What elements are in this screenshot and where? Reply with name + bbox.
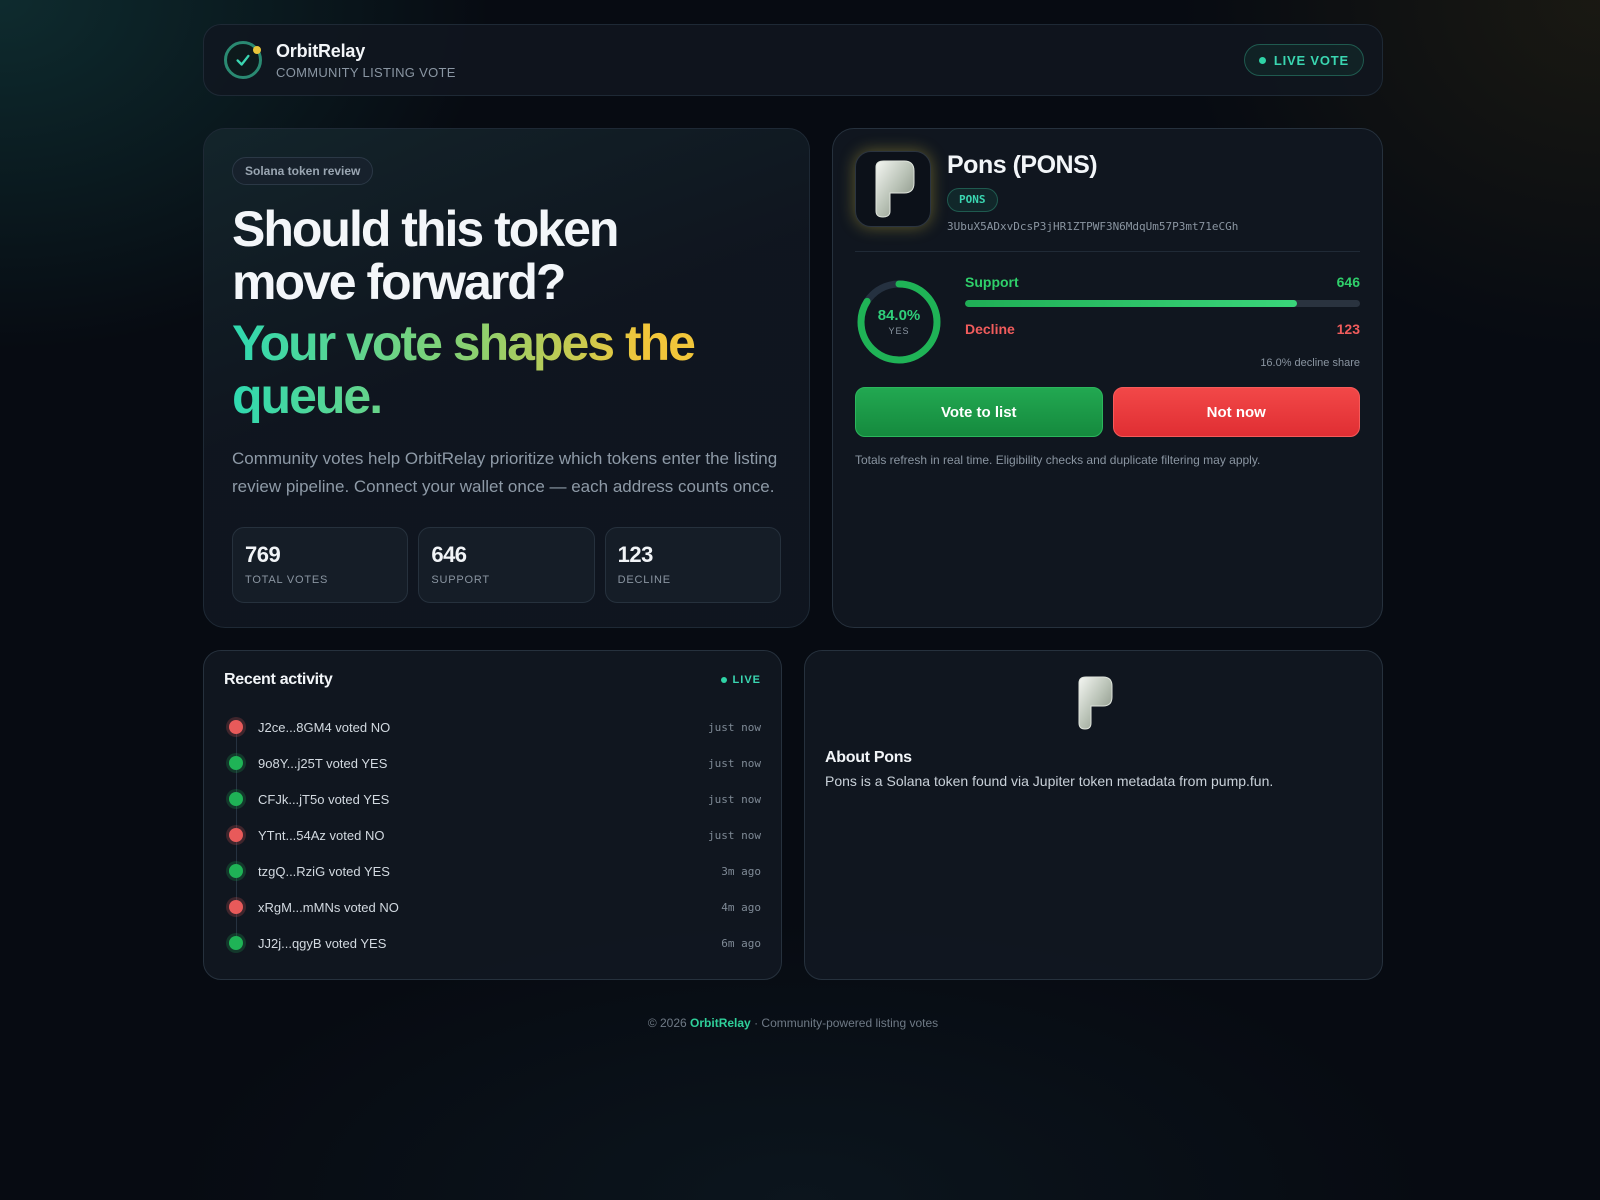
- activity-live-badge: LIVE: [720, 674, 761, 686]
- stat-label: DECLINE: [617, 574, 671, 586]
- list-item: J2ce...8GM4 voted NO just now: [224, 709, 761, 745]
- not-now-button[interactable]: Not now: [1112, 387, 1360, 437]
- live-dot-icon: [720, 677, 727, 683]
- stat-value: 646: [431, 542, 467, 567]
- live-vote-badge: LIVE VOTE: [1243, 44, 1364, 76]
- stat-support: 646 SUPPORT: [418, 527, 595, 603]
- activity-text: tzgQ...RziG voted YES: [258, 863, 390, 879]
- about-title: About Pons: [825, 749, 912, 766]
- yes-ring-gauge: 84.0% YES: [855, 278, 943, 366]
- activity-header: Recent activity LIVE: [224, 671, 761, 689]
- activity-time: just now: [708, 792, 761, 806]
- activity-title: Recent activity: [224, 671, 333, 688]
- hero-highlight: Your vote shapes the queue.: [232, 317, 781, 423]
- page: OrbitRelay COMMUNITY LISTING VOTE LIVE V…: [203, 24, 1383, 1030]
- headline-line-2: move forward?: [232, 254, 566, 310]
- live-vote-label: LIVE VOTE: [1273, 52, 1349, 68]
- refresh-note: Totals refresh in real time. Eligibility…: [855, 453, 1261, 467]
- activity-time: just now: [708, 756, 761, 770]
- activity-time: 6m ago: [721, 936, 761, 950]
- vote-yes-marker-icon: [229, 864, 243, 878]
- vote-no-marker-icon: [229, 828, 243, 842]
- stat-label: TOTAL VOTES: [245, 574, 329, 586]
- hero-card: Solana token review Should this token mo…: [203, 128, 810, 628]
- support-label: Support: [965, 274, 1019, 290]
- vote-to-list-button[interactable]: Vote to list: [855, 387, 1103, 437]
- vote-tally: 84.0% YES Support 646 Decline 123 16.0% …: [855, 274, 1360, 369]
- headline-line-1: Should this token: [232, 201, 619, 257]
- token-header: Pons (PONS) PONS 3UbuX5ADxvDcsP3jHR1ZTPW…: [855, 151, 1360, 252]
- hero-headline: Should this token move forward?: [232, 203, 781, 309]
- recent-activity-card: Recent activity LIVE J2ce...8GM4 voted N…: [203, 650, 782, 980]
- vote-no-marker-icon: [229, 720, 243, 734]
- decline-label: Decline: [965, 321, 1015, 337]
- support-count: 646: [1336, 274, 1360, 290]
- decline-row: Decline 123: [965, 321, 1360, 337]
- stat-value: 123: [617, 542, 654, 567]
- list-item: 9o8Y...j25T voted YES just now: [224, 745, 761, 781]
- yes-percentage: 84.0%: [877, 307, 921, 324]
- token-info: Pons (PONS) PONS 3UbuX5ADxvDcsP3jHR1ZTPW…: [947, 151, 1238, 233]
- token-symbol-badge: PONS: [947, 188, 998, 212]
- footer-tagline: · Community-powered listing votes: [754, 1016, 939, 1030]
- list-item: xRgM...mMNs voted NO 4m ago: [224, 889, 761, 925]
- brand: OrbitRelay COMMUNITY LISTING VOTE: [276, 41, 456, 80]
- support-progress-bar: [965, 300, 1360, 307]
- vote-actions: Vote to list Not now: [855, 387, 1360, 437]
- pons-token-icon: [825, 675, 1362, 731]
- activity-time: just now: [708, 828, 761, 842]
- activity-feed: J2ce...8GM4 voted NO just now 9o8Y...j25T…: [224, 709, 761, 961]
- live-dot-icon: [1258, 56, 1266, 64]
- token-vote-card: Pons (PONS) PONS 3UbuX5ADxvDcsP3jHR1ZTPW…: [832, 128, 1383, 628]
- list-item: YTnt...54Az voted NO just now: [224, 817, 761, 853]
- footer-brand-link[interactable]: OrbitRelay: [690, 1016, 751, 1030]
- review-tag: Solana token review: [232, 157, 374, 185]
- list-item: CFJk...jT5o voted YES just now: [224, 781, 761, 817]
- support-row: Support 646: [965, 274, 1360, 290]
- list-item: tzgQ...RziG voted YES 3m ago: [224, 853, 761, 889]
- page-footer: © 2026 OrbitRelay · Community-powered li…: [203, 1016, 1383, 1030]
- yes-label: YES: [888, 326, 910, 336]
- token-name: Pons (PONS): [947, 151, 1098, 179]
- stat-label: SUPPORT: [431, 574, 490, 586]
- stat-decline: 123 DECLINE: [604, 527, 781, 603]
- brand-name: OrbitRelay: [276, 40, 366, 61]
- activity-text: J2ce...8GM4 voted NO: [258, 719, 391, 735]
- activity-text: CFJk...jT5o voted YES: [258, 791, 390, 807]
- stat-value: 769: [245, 542, 281, 567]
- hero-description: Community votes help OrbitRelay prioriti…: [232, 449, 778, 496]
- stat-total-votes: 769 TOTAL VOTES: [232, 527, 409, 603]
- decline-share: 16.0% decline share: [1260, 357, 1360, 369]
- vote-yes-marker-icon: [229, 936, 243, 950]
- list-item: JJ2j...qgyB voted YES 6m ago: [224, 925, 761, 961]
- brand-subtitle: COMMUNITY LISTING VOTE: [276, 64, 456, 80]
- vote-bars: Support 646 Decline 123 16.0% decline sh…: [965, 274, 1360, 369]
- activity-time: 3m ago: [721, 864, 761, 878]
- activity-text: YTnt...54Az voted NO: [258, 827, 385, 843]
- footer-copyright: © 2026: [647, 1016, 687, 1030]
- vote-yes-marker-icon: [229, 756, 243, 770]
- vote-yes-marker-icon: [229, 792, 243, 806]
- highlight-line-1: Your vote shapes the: [232, 315, 694, 371]
- about-description: Pons is a Solana token found via Jupiter…: [825, 773, 1274, 789]
- vote-stats: 769 TOTAL VOTES 646 SUPPORT 123 DECLINE: [232, 527, 781, 603]
- highlight-line-2: queue.: [232, 368, 382, 424]
- activity-text: 9o8Y...j25T voted YES: [258, 755, 388, 771]
- activity-live-label: LIVE: [732, 674, 761, 686]
- activity-time: 4m ago: [721, 900, 761, 914]
- app-header: OrbitRelay COMMUNITY LISTING VOTE LIVE V…: [203, 24, 1383, 96]
- pons-token-icon: [855, 151, 931, 227]
- token-address[interactable]: 3UbuX5ADxvDcsP3jHR1ZTPWF3N6MdqUm57P3mt71…: [947, 220, 1238, 233]
- activity-text: JJ2j...qgyB voted YES: [258, 935, 387, 951]
- activity-text: xRgM...mMNs voted NO: [258, 899, 399, 915]
- vote-no-marker-icon: [229, 900, 243, 914]
- about-token-card: About Pons Pons is a Solana token found …: [804, 650, 1383, 980]
- support-progress-fill: [965, 300, 1297, 307]
- check-orbit-icon: [224, 41, 262, 79]
- decline-count: 123: [1336, 321, 1360, 337]
- activity-time: just now: [708, 720, 761, 734]
